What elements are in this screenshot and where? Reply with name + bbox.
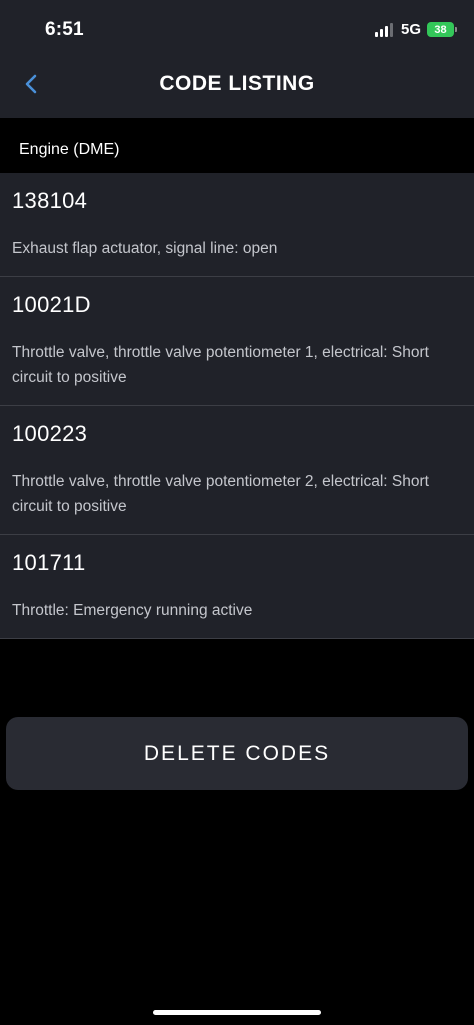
fault-description: Throttle valve, throttle valve potentiom…: [12, 473, 429, 515]
network-label: 5G: [400, 21, 421, 38]
fault-code: 101711: [12, 550, 86, 575]
page-title: CODE LISTING: [159, 72, 315, 95]
list-item[interactable]: 100223 Throttle valve, throttle valve po…: [0, 406, 474, 535]
section-label: Engine (DME): [19, 141, 120, 158]
fault-description: Throttle: Emergency running active: [12, 602, 253, 619]
fault-code: 10021D: [12, 292, 91, 317]
status-indicators: 5G 38: [374, 21, 457, 38]
status-time: 6:51: [45, 19, 84, 40]
list-item[interactable]: 138104 Exhaust flap actuator, signal lin…: [0, 173, 474, 277]
fault-code: 138104: [12, 188, 88, 213]
list-item[interactable]: 10021D Throttle valve, throttle valve po…: [0, 277, 474, 406]
header-bar: 6:51 5G 38 CODE LISTING: [0, 0, 474, 118]
home-indicator[interactable]: [153, 1010, 321, 1015]
battery-icon: 38: [427, 22, 457, 37]
fault-code: 100223: [12, 421, 88, 446]
list-item[interactable]: 101711 Throttle: Emergency running activ…: [0, 535, 474, 639]
code-list: 138104 Exhaust flap actuator, signal lin…: [0, 173, 474, 639]
signal-icon: [374, 22, 393, 37]
fault-description: Exhaust flap actuator, signal line: open: [12, 240, 278, 257]
fault-description: Throttle valve, throttle valve potentiom…: [12, 344, 429, 386]
code-listing-screen: 6:51 5G 38 CODE LISTING Engine (DME) 138…: [0, 0, 474, 1025]
battery-level: 38: [434, 23, 447, 36]
delete-codes-button[interactable]: DELETE CODES: [6, 717, 468, 790]
